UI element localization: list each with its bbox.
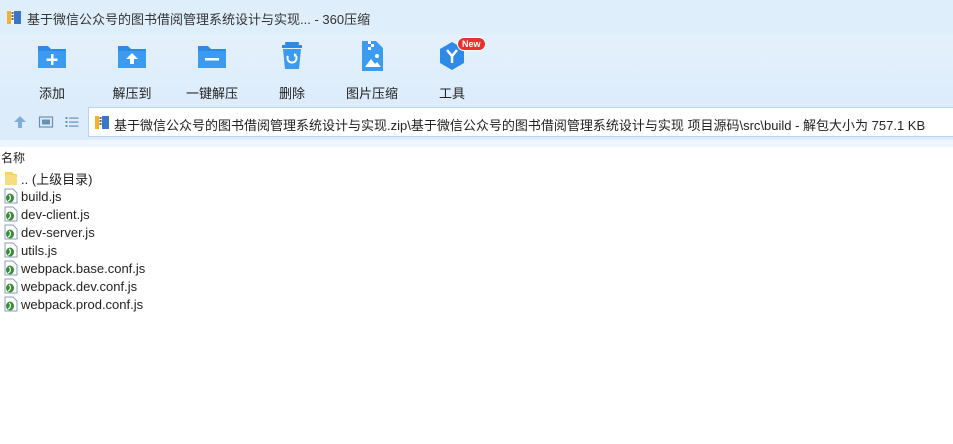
js-file-icon bbox=[4, 224, 18, 240]
file-list: 名称 .. (上级目录) build.js dev-client.js dev-… bbox=[0, 147, 953, 444]
extract-to-button[interactable]: 解压到 bbox=[92, 40, 172, 102]
delete-button[interactable]: 删除 bbox=[252, 40, 332, 102]
image-compress-label: 图片压缩 bbox=[345, 86, 398, 101]
list-item-name: webpack.base.conf.js bbox=[21, 260, 146, 276]
js-file-icon bbox=[4, 260, 18, 276]
address-bar-row: 基于微信公众号的图书借阅管理系统设计与实现.zip\基于微信公众号的图书借阅管理… bbox=[0, 104, 953, 140]
column-header-name[interactable]: 名称 bbox=[1, 149, 25, 166]
folder-icon bbox=[5, 172, 17, 185]
app-window: 基于微信公众号的图书借阅管理系统设计与实现... - 360压缩 添加 解压到 bbox=[0, 0, 953, 444]
js-file-icon bbox=[4, 278, 18, 294]
list-item-name: .. (上级目录) bbox=[21, 171, 93, 187]
extract-to-label: 解压到 bbox=[112, 86, 152, 101]
one-click-extract-icon bbox=[198, 46, 226, 68]
list-item[interactable]: build.js bbox=[4, 187, 61, 205]
extract-to-icon bbox=[118, 46, 146, 68]
list-item-name: webpack.prod.conf.js bbox=[21, 296, 144, 312]
image-compress-icon bbox=[362, 41, 383, 71]
js-file-icon bbox=[4, 206, 18, 222]
list-item[interactable]: webpack.prod.conf.js bbox=[4, 295, 143, 313]
add-label: 添加 bbox=[38, 86, 65, 101]
list-item[interactable]: dev-client.js bbox=[4, 205, 90, 223]
zip-archive-icon bbox=[95, 116, 109, 129]
one-click-extract-button[interactable]: 一键解压 bbox=[172, 40, 252, 102]
image-compress-button[interactable]: 图片压缩 bbox=[332, 40, 412, 102]
thumbnail-view-icon[interactable] bbox=[38, 114, 54, 130]
address-input[interactable]: 基于微信公众号的图书借阅管理系统设计与实现.zip\基于微信公众号的图书借阅管理… bbox=[88, 107, 953, 137]
js-file-icon bbox=[4, 242, 18, 258]
list-item[interactable]: dev-server.js bbox=[4, 223, 95, 241]
list-item[interactable]: webpack.base.conf.js bbox=[4, 259, 145, 277]
delete-icon bbox=[282, 42, 302, 69]
up-arrow-icon[interactable] bbox=[12, 114, 28, 130]
list-item[interactable]: .. (上级目录) bbox=[4, 169, 93, 187]
window-title: 基于微信公众号的图书借阅管理系统设计与实现... - 360压缩 bbox=[27, 12, 371, 27]
add-icon bbox=[38, 46, 66, 68]
divider bbox=[0, 140, 953, 147]
new-badge: New bbox=[457, 37, 486, 51]
list-item-name: webpack.dev.conf.js bbox=[21, 278, 138, 294]
js-file-icon bbox=[4, 188, 18, 204]
list-item-name: dev-server.js bbox=[21, 224, 95, 240]
archive-app-icon bbox=[7, 11, 21, 24]
list-item-name: build.js bbox=[21, 188, 62, 204]
tools-button[interactable]: New 工具 bbox=[412, 37, 492, 102]
list-item[interactable]: utils.js bbox=[4, 241, 57, 259]
list-item[interactable]: webpack.dev.conf.js bbox=[4, 277, 137, 295]
js-file-icon bbox=[4, 296, 18, 312]
delete-label: 删除 bbox=[278, 86, 305, 101]
list-view-icon[interactable] bbox=[64, 114, 80, 130]
toolbar: 添加 解压到 一键解压 删除 图片压缩 New 工具 bbox=[0, 34, 953, 104]
one-click-extract-label: 一键解压 bbox=[185, 86, 238, 101]
address-path: 基于微信公众号的图书借阅管理系统设计与实现.zip\基于微信公众号的图书借阅管理… bbox=[114, 118, 926, 133]
list-item-name: dev-client.js bbox=[21, 206, 90, 222]
title-bar[interactable]: 基于微信公众号的图书借阅管理系统设计与实现... - 360压缩 bbox=[0, 0, 953, 34]
tools-label: 工具 bbox=[438, 86, 465, 101]
add-button[interactable]: 添加 bbox=[12, 40, 92, 102]
list-item-name: utils.js bbox=[21, 242, 58, 258]
